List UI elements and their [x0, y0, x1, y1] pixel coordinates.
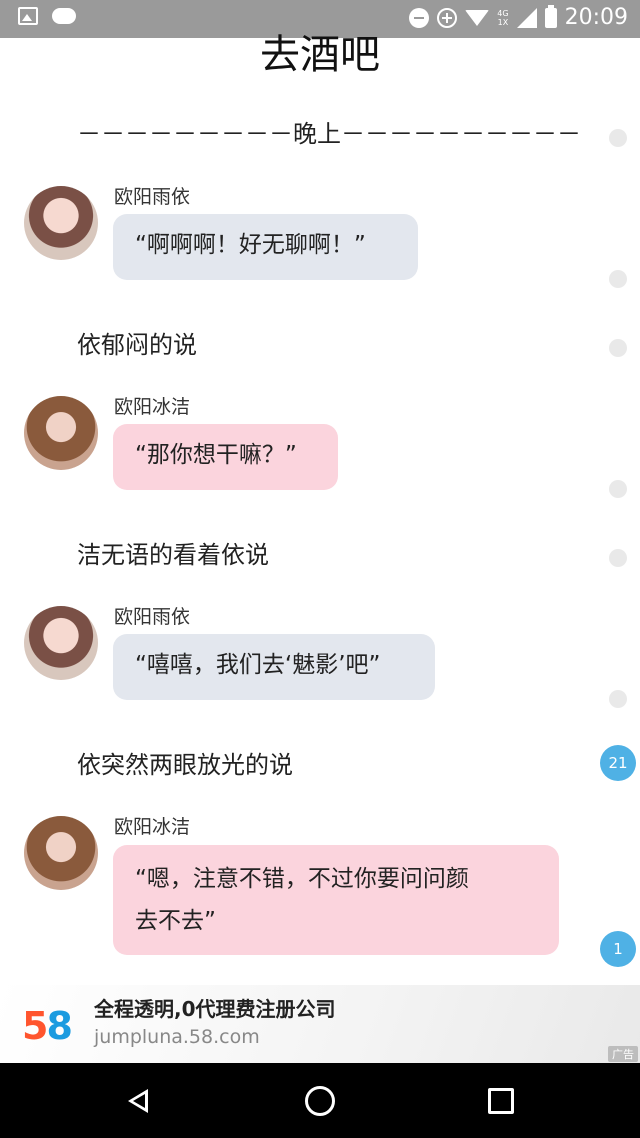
chat-bubble: “嗯，注意不错，不过你要问问颜 去不去”	[113, 845, 559, 955]
home-icon[interactable]	[305, 1086, 335, 1116]
navigation-bar	[0, 1063, 640, 1138]
avatar-ouyang-yuyi[interactable]	[24, 186, 98, 260]
page-title: 去酒吧	[260, 32, 380, 78]
comment-dot[interactable]	[609, 480, 627, 498]
ad-url: jumpluna.58.com	[94, 1026, 260, 1048]
recent-apps-icon[interactable]	[488, 1088, 514, 1114]
comment-dot[interactable]	[609, 549, 627, 567]
chat-bubble: “嘻嘻，我们去‘魅影’吧”	[113, 634, 435, 700]
narration: 依突然两眼放光的说	[77, 751, 293, 779]
chat-bubble: “那你想干嘛？”	[113, 424, 338, 490]
narration: 依郁闷的说	[77, 331, 197, 359]
58-logo: 58	[22, 1004, 73, 1048]
ad-banner[interactable]: 58 全程透明,0代理费注册公司 jumpluna.58.com 广告	[0, 985, 640, 1063]
comment-dot[interactable]	[609, 690, 627, 708]
chat-bubble-line: 去不去”	[135, 908, 216, 934]
comment-dot[interactable]	[609, 270, 627, 288]
speaker-name: 欧阳冰洁	[114, 816, 191, 838]
scene-divider: －－－－－－－－－晚上－－－－－－－－－－	[77, 120, 581, 148]
speaker-name: 欧阳雨依	[114, 606, 191, 628]
chat-bubble: “啊啊啊！好无聊啊！”	[113, 214, 418, 280]
avatar-ouyang-yuyi[interactable]	[24, 606, 98, 680]
back-icon[interactable]	[128, 1089, 148, 1113]
speaker-name: 欧阳雨依	[114, 186, 191, 208]
comment-count-badge[interactable]: 21	[600, 745, 636, 781]
comment-dot[interactable]	[609, 129, 627, 147]
speaker-name: 欧阳冰洁	[114, 396, 191, 418]
avatar-ouyang-bingjie[interactable]	[24, 396, 98, 470]
comment-dot[interactable]	[609, 339, 627, 357]
ad-tag: 广告	[608, 1046, 638, 1062]
narration: 洁无语的看着依说	[77, 541, 269, 569]
ad-title: 全程透明,0代理费注册公司	[94, 997, 336, 1021]
avatar-ouyang-bingjie[interactable]	[24, 816, 98, 890]
comment-count-badge[interactable]: 1	[600, 931, 636, 967]
chat-bubble-line: “嗯，注意不错，不过你要问问颜	[135, 866, 469, 892]
